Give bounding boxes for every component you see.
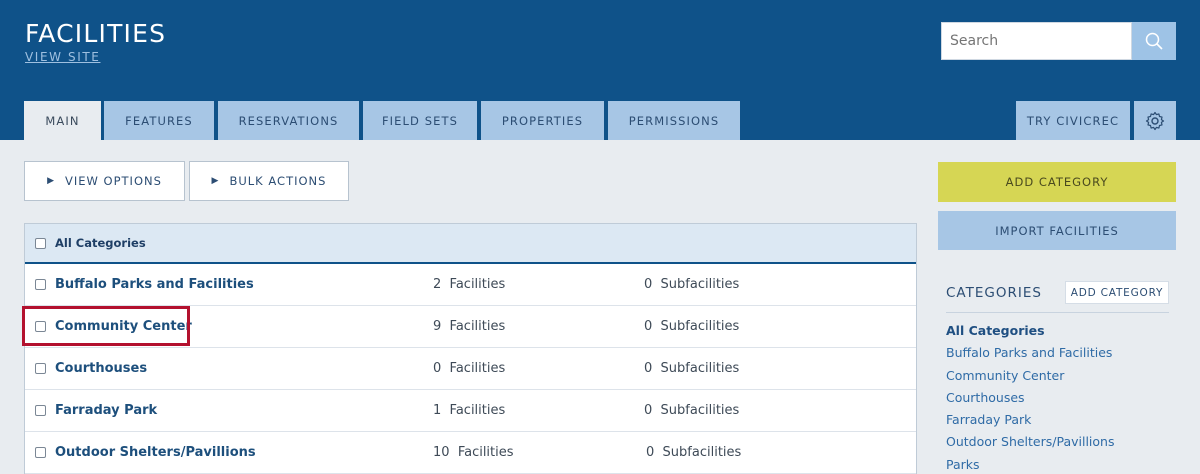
divider	[946, 312, 1169, 313]
row-checkbox[interactable]	[35, 405, 46, 416]
add-category-button[interactable]: ADD CATEGORY	[938, 162, 1176, 202]
subfacilities-count: 0 Subfacilities	[644, 361, 740, 376]
search-input[interactable]	[941, 22, 1132, 60]
view-options-button[interactable]: ▶ VIEW OPTIONS	[24, 161, 185, 201]
category-link[interactable]: Buffalo Parks and Facilities	[55, 277, 254, 292]
category-item[interactable]: Buffalo Parks and Facilities	[946, 342, 1186, 364]
view-site-link[interactable]: VIEW SITE	[25, 50, 100, 64]
subfacilities-count: 0 Subfacilities	[644, 403, 740, 418]
import-facilities-button[interactable]: IMPORT FACILITIES	[938, 211, 1176, 250]
facilities-count: 0 Facilities	[433, 361, 506, 376]
table-row: Buffalo Parks and Facilities 2 Facilitie…	[25, 264, 916, 306]
facilities-count: 9 Facilities	[433, 319, 506, 334]
category-item[interactable]: Outdoor Shelters/Pavillions	[946, 431, 1186, 453]
tab-features[interactable]: FEATURES	[104, 101, 214, 140]
category-list: All Categories Buffalo Parks and Facilit…	[946, 320, 1186, 474]
gear-icon	[1145, 111, 1165, 130]
categories-heading: CATEGORIES	[946, 285, 1042, 301]
bulk-actions-button[interactable]: ▶ BULK ACTIONS	[189, 161, 349, 201]
table-row: Outdoor Shelters/Pavillions 10 Facilitie…	[25, 432, 916, 474]
subfacilities-count: 0 Subfacilities	[644, 319, 740, 334]
header-bar: FACILITIES VIEW SITE MAIN FEATURES RESER…	[0, 0, 1200, 140]
facilities-count: 10 Facilities	[433, 445, 514, 460]
table-header: All Categories	[25, 224, 916, 264]
tab-reservations[interactable]: RESERVATIONS	[218, 101, 359, 140]
table-row: Farraday Park 1 Facilities 0 Subfaciliti…	[25, 390, 916, 432]
select-all-checkbox[interactable]	[35, 237, 46, 249]
category-item[interactable]: Parks	[946, 454, 1186, 474]
table-header-label: All Categories	[55, 236, 146, 250]
category-link[interactable]: Outdoor Shelters/Pavillions	[55, 445, 256, 460]
tab-properties[interactable]: PROPERTIES	[481, 101, 604, 140]
play-icon: ▶	[47, 176, 55, 186]
search-icon	[1145, 32, 1163, 50]
category-item[interactable]: Community Center	[946, 365, 1186, 387]
tab-main[interactable]: MAIN	[24, 101, 101, 140]
try-civicrec-button[interactable]: TRY CIVICREC	[1016, 101, 1130, 140]
facilities-count: 1 Facilities	[433, 403, 506, 418]
search-button[interactable]	[1132, 22, 1176, 60]
row-checkbox[interactable]	[35, 279, 46, 290]
row-checkbox[interactable]	[35, 363, 46, 374]
play-icon: ▶	[211, 176, 220, 186]
category-link[interactable]: Courthouses	[55, 361, 147, 376]
categories-table: All Categories Buffalo Parks and Facilit…	[24, 223, 917, 474]
category-item[interactable]: Courthouses	[946, 387, 1186, 409]
table-row: Courthouses 0 Facilities 0 Subfacilities	[25, 348, 916, 390]
bulk-actions-label: BULK ACTIONS	[229, 174, 327, 188]
category-link[interactable]: Farraday Park	[55, 403, 157, 418]
facilities-count: 2 Facilities	[433, 277, 506, 292]
category-item-all[interactable]: All Categories	[946, 320, 1186, 342]
page-title: FACILITIES	[25, 19, 167, 48]
subfacilities-count: 0 Subfacilities	[646, 445, 742, 460]
tab-permissions[interactable]: PERMISSIONS	[608, 101, 740, 140]
tab-field-sets[interactable]: FIELD SETS	[363, 101, 477, 140]
categories-add-button[interactable]: ADD CATEGORY	[1065, 281, 1169, 304]
subfacilities-count: 0 Subfacilities	[644, 277, 740, 292]
category-item[interactable]: Farraday Park	[946, 409, 1186, 431]
row-checkbox[interactable]	[35, 447, 46, 458]
highlight-box	[22, 306, 190, 346]
settings-button[interactable]	[1134, 101, 1176, 140]
view-options-label: VIEW OPTIONS	[65, 174, 162, 188]
